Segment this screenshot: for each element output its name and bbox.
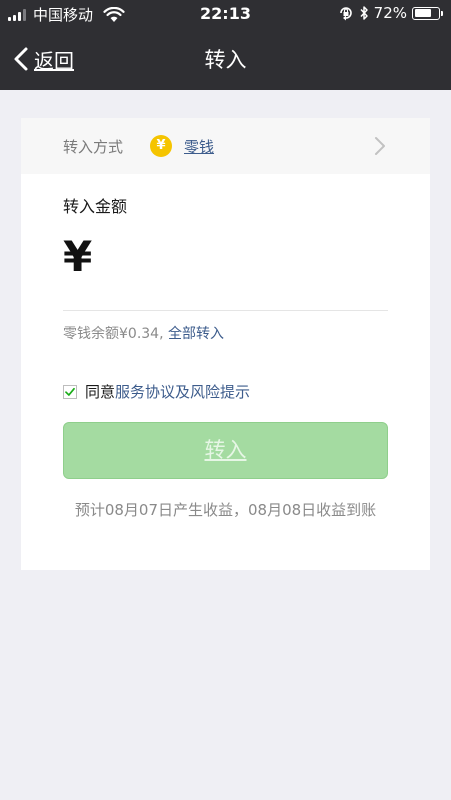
estimate-text: 预计08月07日产生收益，08月08日收益到账	[74, 501, 377, 519]
battery-percent: 72%	[373, 4, 407, 22]
bluetooth-icon	[360, 6, 368, 20]
navigation-bar: 返回 转入	[0, 28, 451, 90]
coin-icon: ¥	[150, 135, 172, 157]
back-label: 返回	[34, 48, 74, 73]
balance-line: 零钱余额¥0.34, 全部转入	[63, 323, 224, 343]
transfer-submit-button[interactable]: 转入	[63, 422, 388, 479]
transfer-method-row[interactable]: 转入方式 ¥ 零钱	[21, 118, 430, 174]
back-button[interactable]: 返回	[12, 42, 74, 76]
status-right: 72%	[338, 4, 443, 22]
agreement-link[interactable]: 服务协议及风险提示	[115, 381, 250, 402]
chevron-right-icon	[375, 137, 385, 155]
amount-input[interactable]	[103, 238, 388, 282]
transfer-card: 转入方式 ¥ 零钱 转入金额 ¥ 零钱余额¥0.34, 全部转入 同意 服务协议…	[21, 118, 430, 570]
orientation-lock-icon	[339, 7, 352, 21]
status-bar: 中国移动 22:13 72%	[0, 0, 451, 28]
carrier-name: 中国移动	[33, 6, 94, 24]
status-left: 中国移动	[8, 4, 125, 25]
battery-fill	[414, 9, 432, 17]
amount-divider	[63, 310, 388, 311]
currency-sign: ¥	[63, 232, 93, 281]
agreement-row: 同意 服务协议及风险提示	[63, 381, 250, 402]
wifi-icon	[103, 6, 125, 22]
transfer-all-link[interactable]: 全部转入	[168, 326, 224, 342]
transfer-method-label: 转入方式	[63, 138, 124, 156]
balance-text: 零钱余额¥0.34,	[63, 326, 164, 342]
chevron-left-icon	[14, 47, 28, 71]
transfer-method-value[interactable]: 零钱	[184, 136, 214, 157]
signal-icon	[8, 8, 26, 21]
agreement-prefix: 同意	[85, 383, 116, 401]
check-icon	[65, 387, 75, 396]
agreement-checkbox[interactable]	[63, 384, 77, 399]
amount-label: 转入金额	[63, 197, 128, 216]
battery-icon	[412, 6, 443, 20]
